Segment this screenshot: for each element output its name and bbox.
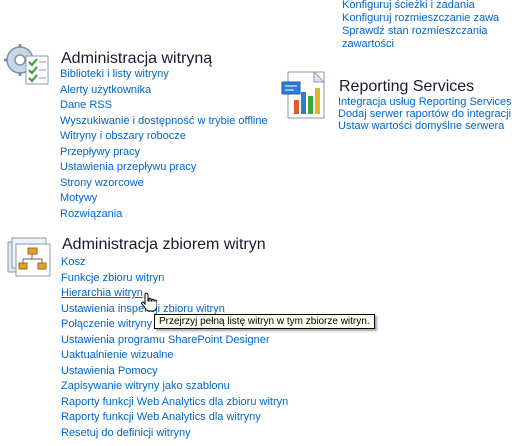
site-hierarchy-icon: [6, 236, 52, 283]
reporting-link-defaults[interactable]: Ustaw wartości domyślne serwera: [338, 120, 512, 132]
collection-link-hierarchy[interactable]: Hierarchia witryn: [61, 286, 288, 302]
top-links: Konfiguruj ścieżki i zadania Konfiguruj …: [342, 0, 499, 51]
reporting-links: Integracja usług Reporting Services Doda…: [338, 96, 512, 132]
site-admin-link-solutions[interactable]: Rozwiązania: [60, 207, 268, 223]
site-admin-link-sites-workspaces[interactable]: Witryny i obszary robocze: [60, 129, 268, 145]
site-admin-link-workflow-settings[interactable]: Ustawienia przepływu pracy: [60, 160, 268, 176]
configure-paths-link[interactable]: Konfiguruj ścieżki i zadania: [342, 0, 499, 12]
collection-admin-heading: Administracja zbiorem witryn: [62, 236, 266, 253]
collection-link-analytics-collection[interactable]: Raporty funkcji Web Analytics dla zbioru…: [61, 395, 288, 411]
collection-link-analytics-site[interactable]: Raporty funkcji Web Analytics dla witryn…: [61, 410, 288, 426]
site-settings-icon: [4, 42, 52, 91]
check-deployment-status-link[interactable]: Sprawdź stan rozmieszczania: [342, 25, 499, 38]
site-admin-link-libraries[interactable]: Biblioteki i listy witryny: [60, 67, 268, 83]
collection-link-help-settings[interactable]: Ustawienia Pomocy: [61, 364, 288, 380]
collection-link-recycle-bin[interactable]: Kosz: [61, 255, 288, 271]
collection-admin-links: Kosz Funkcje zbioru witryn Hierarchia wi…: [61, 255, 288, 441]
reporting-link-integration[interactable]: Integracja usług Reporting Services: [338, 96, 512, 108]
check-deployment-status-link-cont[interactable]: zawartości: [342, 38, 499, 51]
collection-link-features[interactable]: Funkcje zbioru witryn: [61, 271, 288, 287]
site-admin-link-workflows[interactable]: Przepływy pracy: [60, 145, 268, 161]
site-admin-link-themes[interactable]: Motywy: [60, 191, 268, 207]
collection-link-save-template[interactable]: Zapisywanie witryny jako szablonu: [61, 379, 288, 395]
collection-link-designer-settings[interactable]: Ustawienia programu SharePoint Designer: [61, 333, 288, 349]
reporting-heading: Reporting Services: [339, 78, 475, 95]
configure-deployment-link[interactable]: Konfiguruj rozmieszczanie zawa: [342, 12, 499, 25]
reporting-link-add-server[interactable]: Dodaj serwer raportów do integracji: [338, 108, 512, 120]
site-admin-link-master-pages[interactable]: Strony wzorcowe: [60, 176, 268, 192]
reporting-chart-icon: [280, 70, 330, 127]
site-admin-link-alerts[interactable]: Alerty użytkownika: [60, 83, 268, 99]
collection-link-reset-definition[interactable]: Resetuj do definicji witryny: [61, 426, 288, 442]
site-admin-link-rss[interactable]: Dane RSS: [60, 98, 268, 114]
hierarchy-tooltip: Przejrzyj pełną listę witryn w tym zbior…: [154, 314, 375, 329]
site-admin-links: Biblioteki i listy witryny Alerty użytko…: [60, 67, 268, 222]
collection-link-visual-upgrade[interactable]: Uaktualnienie wizualne: [61, 348, 288, 364]
site-admin-heading: Administracja witryną: [61, 50, 213, 67]
site-admin-link-offline-search[interactable]: Wyszukiwanie i dostępność w trybie offli…: [60, 114, 268, 130]
